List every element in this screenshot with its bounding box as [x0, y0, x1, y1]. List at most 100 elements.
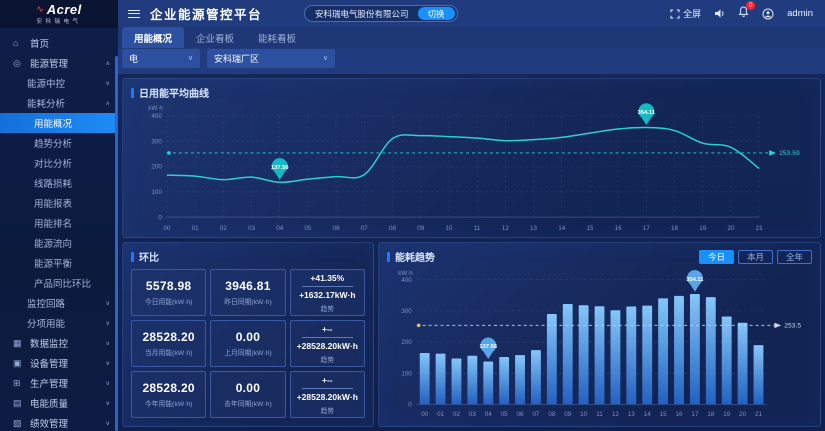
energy-type-value: 电	[129, 52, 138, 65]
svg-text:0: 0	[158, 214, 162, 221]
user-menu-button[interactable]	[762, 8, 774, 20]
svg-text:19: 19	[699, 225, 706, 232]
svg-text:12: 12	[612, 411, 619, 418]
company-name: 安科瑞电气股份有限公司	[315, 8, 409, 20]
switch-company-button[interactable]: 切换	[418, 7, 455, 20]
svg-text:10: 10	[580, 411, 587, 418]
performance-icon: ▧	[13, 418, 26, 429]
fullscreen-icon	[670, 9, 680, 19]
svg-text:16: 16	[615, 225, 622, 232]
svg-text:19: 19	[723, 411, 730, 418]
sidebar-item-11[interactable]: 能源平衡	[0, 253, 118, 273]
sidebar-item-16[interactable]: ▣设备管理∨	[0, 353, 118, 373]
tab-bar: 用能概况企业看板能耗看板	[118, 27, 825, 48]
stat-label: 去年同期(kW·h)	[224, 398, 272, 408]
energy-type-select[interactable]: 电 ∨	[122, 49, 200, 68]
svg-text:253.59: 253.59	[779, 150, 800, 157]
trend-divider	[302, 337, 353, 338]
sidebar-item-18[interactable]: ▤电能质量∨	[0, 393, 118, 413]
company-selector[interactable]: 安科瑞电气股份有限公司 切换	[304, 5, 458, 22]
username[interactable]: admin	[787, 8, 813, 19]
comparison-title: 环比	[139, 249, 159, 264]
tab-1[interactable]: 企业看板	[184, 27, 246, 48]
svg-text:354.11: 354.11	[638, 110, 656, 116]
sidebar-item-14[interactable]: 分项用能∨	[0, 313, 118, 333]
sidebar-item-17[interactable]: ⊞生产管理∨	[0, 373, 118, 393]
svg-text:14: 14	[558, 225, 565, 232]
range-button-2[interactable]: 全年	[777, 250, 812, 264]
menu-collapse-icon[interactable]	[128, 10, 140, 18]
energy-trend-bar-chart[interactable]: 0100200300400kW·h00010203040506070809101…	[387, 266, 812, 422]
sidebar-item-15[interactable]: ▦数据监控∨	[0, 333, 118, 353]
sidebar-item-label: 用能概况	[34, 116, 72, 130]
sidebar-item-13[interactable]: 监控回路∨	[0, 293, 118, 313]
svg-text:20: 20	[727, 225, 734, 232]
chevron-down-icon: ∨	[105, 319, 110, 326]
title-accent-bar	[387, 252, 390, 262]
tab-2[interactable]: 能耗看板	[246, 27, 308, 48]
trend-divider	[302, 286, 353, 287]
sidebar-item-label: 产品同比环比	[34, 276, 91, 290]
svg-text:18: 18	[707, 411, 714, 418]
notifications-button[interactable]: 0	[738, 5, 749, 23]
svg-text:kW·h: kW·h	[398, 270, 413, 277]
svg-text:253.5: 253.5	[784, 323, 801, 330]
stat-label: 当月用能(kW·h)	[145, 347, 193, 357]
sidebar-item-6[interactable]: 对比分析	[0, 153, 118, 173]
sidebar-item-9[interactable]: 用能排名	[0, 213, 118, 233]
sidebar-item-5[interactable]: 趋势分析	[0, 133, 118, 153]
trend-value: +1632.17kW·h	[299, 290, 355, 300]
trend-label: 趋势	[321, 405, 335, 415]
sidebar-nav: ⌂首页◎能源管理∧能源中控∨能耗分析∧ 用能概况趋势分析对比分析线路损耗用能报表用…	[0, 28, 118, 431]
daily-average-line-chart[interactable]: 0001020304050607080910111213141516171819…	[131, 100, 812, 235]
svg-text:14: 14	[644, 411, 651, 418]
stat-value: 0.00	[236, 330, 261, 344]
filter-bar: 电 ∨ 安科瑞厂区 ∨	[118, 48, 825, 74]
svg-text:400: 400	[151, 113, 162, 120]
trend-percent: +--	[322, 324, 333, 334]
sidebar-item-3[interactable]: 能耗分析∧	[0, 93, 118, 113]
sidebar-item-12[interactable]: 产品同比环比	[0, 273, 118, 293]
svg-text:03: 03	[248, 225, 255, 232]
sidebar-scrollbar[interactable]	[115, 56, 118, 431]
chevron-down-icon: ∨	[105, 419, 110, 426]
range-button-0[interactable]: 今日	[699, 250, 734, 264]
range-button-1[interactable]: 本月	[738, 250, 773, 264]
svg-text:100: 100	[151, 189, 162, 196]
line-chart-title: 日用能平均曲线	[139, 85, 209, 100]
sidebar-item-4[interactable]: 用能概况	[0, 113, 118, 133]
trend-percent: +41.35%	[310, 273, 344, 283]
stat-value: 28528.20	[142, 381, 194, 395]
area-value: 安科瑞厂区	[214, 52, 259, 65]
sidebar-item-1[interactable]: ◎能源管理∧	[0, 53, 118, 73]
main-area: 企业能源管控平台 安科瑞电气股份有限公司 切换 全屏	[118, 0, 825, 431]
sound-button[interactable]	[714, 8, 725, 19]
sidebar-item-7[interactable]: 线路损耗	[0, 173, 118, 193]
trend-box: +--+28528.20kW·h趋势	[290, 371, 365, 418]
sidebar-item-2[interactable]: 能源中控∨	[0, 73, 118, 93]
fullscreen-button[interactable]: 全屏	[670, 7, 701, 20]
svg-text:11: 11	[474, 225, 481, 232]
svg-text:12: 12	[502, 225, 509, 232]
svg-text:01: 01	[192, 225, 199, 232]
comparison-grid: 5578.98今日用能(kW·h)3946.81昨日同期(kW·h)+41.35…	[131, 269, 365, 418]
title-accent-bar	[131, 252, 134, 262]
area-select[interactable]: 安科瑞厂区 ∨	[207, 49, 335, 68]
stat-box: 0.00 去年同期(kW·h)	[210, 371, 285, 418]
stat-value: 5578.98	[146, 279, 191, 293]
sidebar-item-10[interactable]: 能源流向	[0, 233, 118, 253]
sidebar-item-19[interactable]: ▧绩效管理∨	[0, 413, 118, 431]
svg-text:21: 21	[755, 411, 762, 418]
trend-percent: +--	[322, 375, 333, 385]
sidebar-item-0[interactable]: ⌂首页	[0, 33, 118, 53]
svg-text:16: 16	[676, 411, 683, 418]
trend-label: 趋势	[321, 354, 335, 364]
chevron-down-icon: ∨	[105, 299, 110, 306]
stat-label: 上月同期(kW·h)	[224, 347, 272, 357]
stat-value: 0.00	[236, 381, 261, 395]
tab-0[interactable]: 用能概况	[122, 27, 184, 48]
stat-box: 3946.81昨日同期(kW·h)	[210, 269, 285, 316]
svg-text:06: 06	[517, 411, 524, 418]
sidebar-item-8[interactable]: 用能报表	[0, 193, 118, 213]
speaker-icon	[714, 8, 725, 19]
